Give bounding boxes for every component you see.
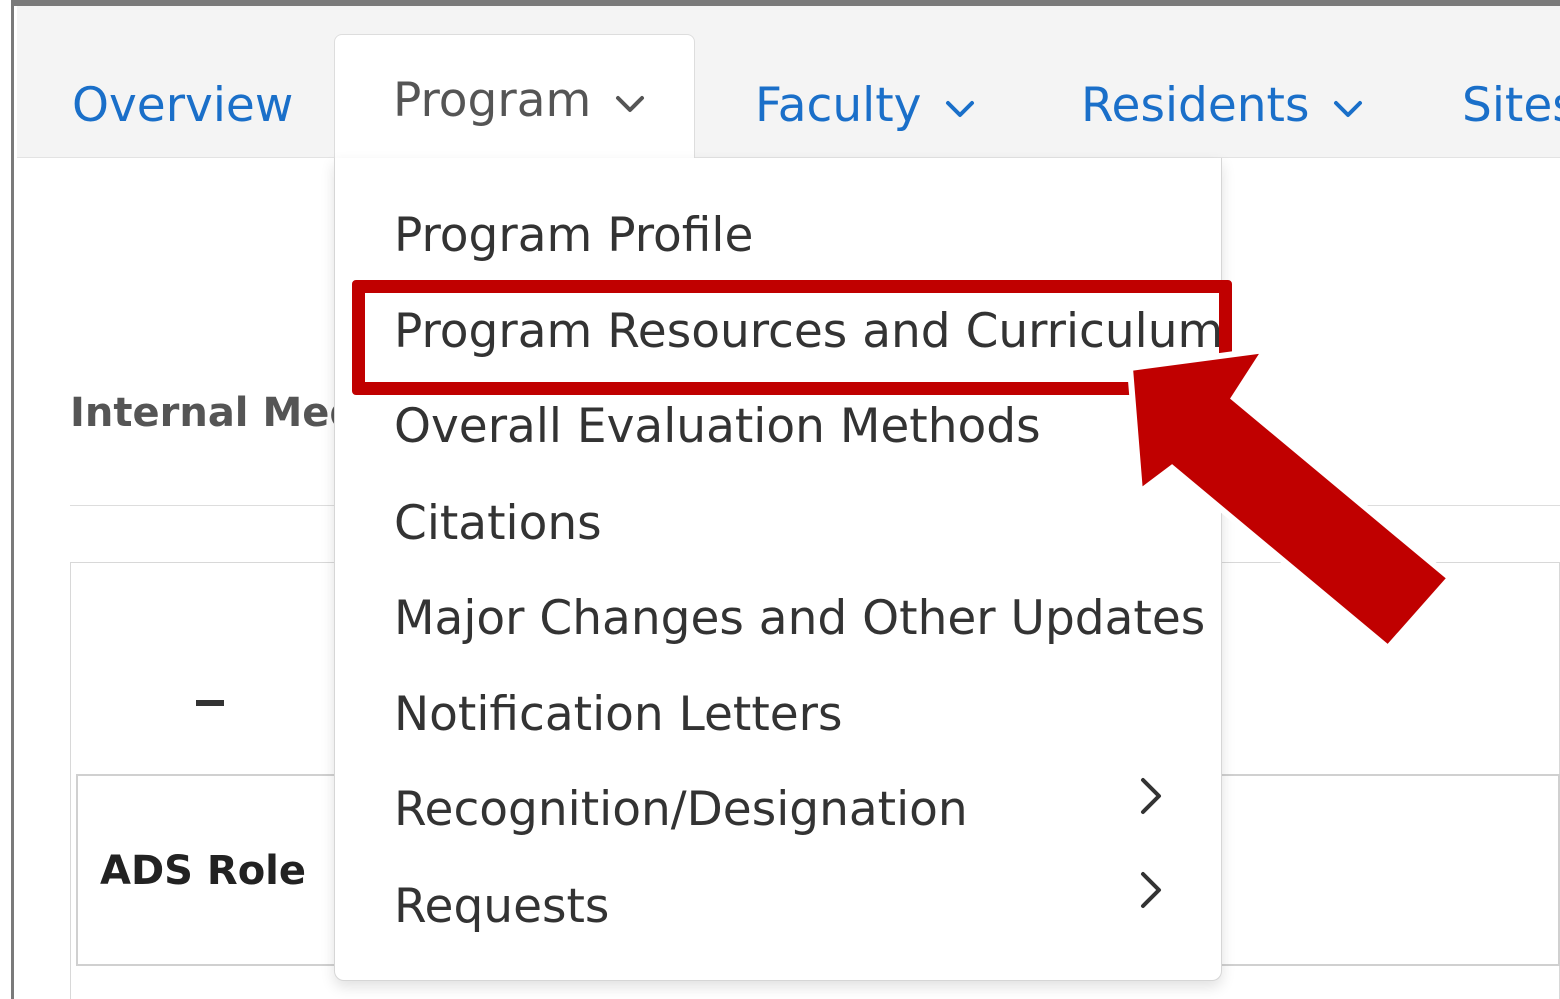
- menu-item-notification-letters[interactable]: Notification Letters: [394, 685, 842, 745]
- program-name: Internal Med: [70, 390, 359, 436]
- tab-program[interactable]: Program: [334, 34, 695, 159]
- menu-item-program-profile[interactable]: Program Profile: [394, 206, 753, 266]
- menu-item-label: Program Profile: [394, 208, 754, 263]
- tab-sites[interactable]: Sites: [1462, 76, 1560, 136]
- annotation-highlight-box: [352, 280, 1232, 395]
- app-window: Overview Faculty Residents Sites Program: [0, 0, 1560, 999]
- top-navbar: Overview Faculty Residents Sites: [17, 6, 1560, 158]
- chevron-down-icon: [946, 100, 975, 117]
- tab-program-label-wrap: Program: [393, 71, 646, 131]
- menu-item-label: Citations: [394, 496, 602, 551]
- tab-faculty[interactable]: Faculty: [755, 76, 976, 136]
- menu-item-label: Notification Letters: [394, 687, 843, 742]
- chevron-right-icon: [1141, 778, 1161, 814]
- menu-item-label: Recognition/Designation: [394, 782, 968, 837]
- tab-overview[interactable]: Overview: [72, 76, 293, 136]
- tab-label: Faculty: [755, 78, 922, 133]
- chevron-down-icon: [1334, 100, 1363, 117]
- chevron-down-icon: [616, 95, 645, 112]
- arrow-pointer-icon: [1126, 346, 1455, 653]
- tab-label: Program: [393, 73, 592, 128]
- tab-residents[interactable]: Residents: [1081, 76, 1364, 136]
- tab-label: Residents: [1081, 78, 1310, 133]
- menu-item-label: Major Changes and Other Updates: [394, 591, 1206, 646]
- tab-label: Sites: [1462, 78, 1560, 133]
- frame-border: [0, 0, 14, 999]
- menu-item-citations[interactable]: Citations: [394, 494, 602, 554]
- chevron-right-icon: [1141, 872, 1161, 908]
- table-header-ads-role: ADS Role: [100, 848, 307, 894]
- menu-item-label: Requests: [394, 879, 610, 934]
- clipped-glyph: [196, 700, 224, 706]
- menu-item-requests[interactable]: Requests: [394, 877, 609, 937]
- menu-item-major-changes[interactable]: Major Changes and Other Updates: [394, 589, 1205, 649]
- menu-item-evaluation-methods[interactable]: Overall Evaluation Methods: [394, 397, 1041, 457]
- menu-item-label: Overall Evaluation Methods: [394, 399, 1041, 454]
- tab-label: Overview: [72, 78, 294, 133]
- menu-item-recognition-designation[interactable]: Recognition/Designation: [394, 780, 968, 840]
